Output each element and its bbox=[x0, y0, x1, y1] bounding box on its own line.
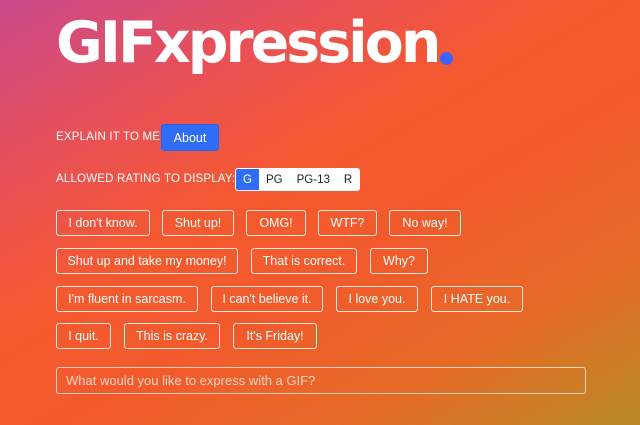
phrase-button[interactable]: I quit. bbox=[56, 323, 111, 349]
phrase-button[interactable]: I love you. bbox=[336, 286, 418, 312]
rating-option-g[interactable]: G bbox=[236, 169, 259, 190]
phrase-button[interactable]: WTF? bbox=[318, 210, 377, 236]
phrase-button[interactable]: It's Friday! bbox=[233, 323, 317, 349]
rating-selector: G PG PG-13 R bbox=[235, 168, 361, 191]
phrase-button[interactable]: Shut up! bbox=[162, 210, 234, 236]
gif-search-input[interactable] bbox=[56, 367, 586, 394]
phrase-button[interactable]: I don't know. bbox=[56, 210, 150, 236]
rating-label: ALLOWED RATING TO DISPLAY: bbox=[56, 173, 236, 185]
logo-dot-icon bbox=[440, 52, 454, 65]
phrase-button[interactable]: This is crazy. bbox=[124, 323, 220, 349]
logo-text: GIFxpression bbox=[56, 10, 441, 76]
rating-option-r[interactable]: R bbox=[337, 169, 359, 190]
phrase-button[interactable]: I HATE you. bbox=[431, 286, 523, 312]
phrase-button[interactable]: OMG! bbox=[246, 210, 306, 236]
explain-label: EXPLAIN IT TO ME: bbox=[56, 131, 164, 143]
phrase-button[interactable]: I can't believe it. bbox=[211, 286, 323, 312]
phrase-button[interactable]: Shut up and take my money! bbox=[56, 248, 238, 274]
phrase-button[interactable]: No way! bbox=[389, 210, 461, 236]
app-logo: GIFxpression bbox=[56, 6, 454, 80]
phrase-button[interactable]: I'm fluent in sarcasm. bbox=[56, 286, 198, 312]
rating-option-pg[interactable]: PG bbox=[259, 169, 290, 190]
about-button[interactable]: About bbox=[161, 124, 219, 151]
rating-option-pg-13[interactable]: PG-13 bbox=[290, 169, 337, 190]
phrase-button[interactable]: That is correct. bbox=[251, 248, 357, 274]
phrase-button[interactable]: Why? bbox=[370, 248, 428, 274]
